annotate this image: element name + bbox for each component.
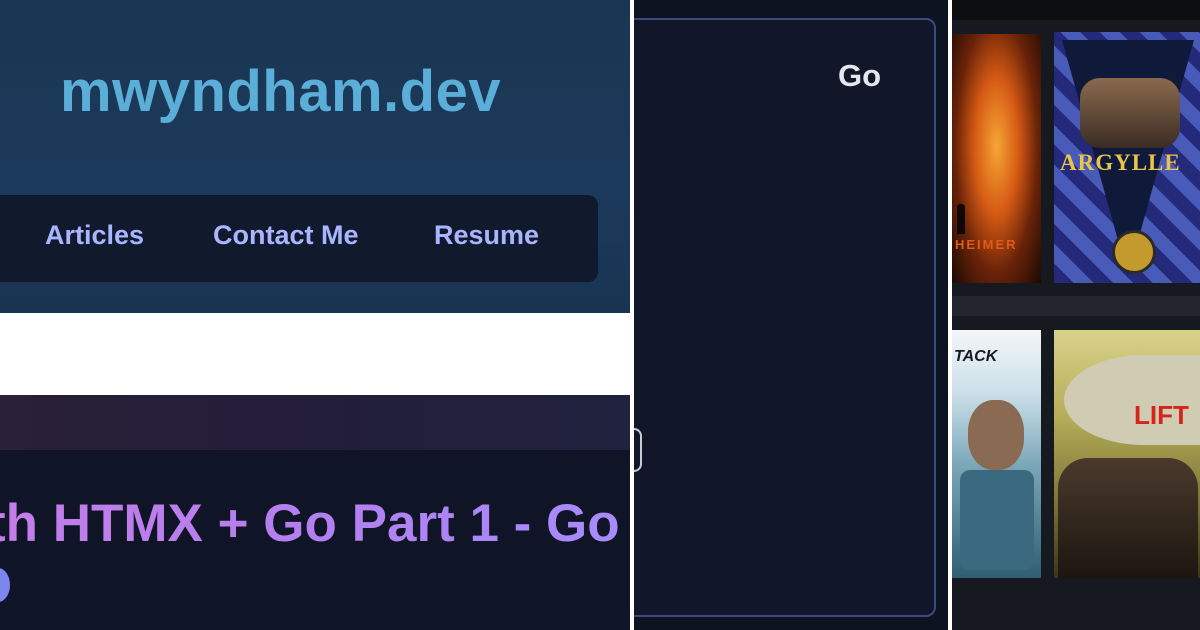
poster-armor-image: [960, 470, 1034, 570]
poster-title: ARGYLLE: [1060, 150, 1181, 175]
poster-cat-badge: [1112, 230, 1156, 274]
poster-title: TACK: [954, 348, 998, 365]
blog-screenshot-panel: mwyndham.dev Articles Contact Me Resume …: [0, 0, 630, 630]
movie-poster-oppenheimer[interactable]: HEIMER: [952, 34, 1041, 283]
code-block-card: Go: [634, 18, 936, 617]
article-card: th HTMX + Go Part 1 - Go: [0, 450, 630, 630]
article-title[interactable]: th HTMX + Go Part 1 - Go: [0, 493, 620, 554]
poster-title: LIFT: [1134, 400, 1189, 430]
movie-poster-argylle[interactable]: ARGYLLE: [1054, 32, 1200, 283]
movie-poster-attack[interactable]: TACK: [952, 330, 1041, 578]
grid-row-separator: [952, 296, 1200, 316]
poster-actor-image: [968, 400, 1024, 470]
nav-link-resume[interactable]: Resume: [434, 220, 539, 251]
poster-title: HEIMER: [955, 237, 1018, 252]
article-header-band: [0, 395, 630, 451]
nav-bar: Articles Contact Me Resume: [0, 195, 598, 282]
site-title-link[interactable]: mwyndham.dev: [60, 58, 501, 125]
nav-link-articles[interactable]: Articles: [45, 220, 144, 251]
language-label: Go: [838, 58, 882, 93]
code-screenshot-panel: Go: [634, 0, 948, 630]
nav-link-contact-me[interactable]: Contact Me: [213, 220, 359, 251]
grid-top-bar: [952, 0, 1200, 20]
poster-cast-image: [1058, 458, 1198, 578]
poster-figure-silhouette: [957, 204, 965, 234]
site-header: mwyndham.dev Articles Contact Me Resume: [0, 0, 630, 313]
article-title-overflow-glyph: [0, 568, 10, 602]
movie-poster-lift[interactable]: LIFT: [1054, 330, 1200, 578]
movie-grid-panel: HEIMER ARGYLLE TACK LIFT: [952, 0, 1200, 630]
section-spacer: [0, 313, 630, 395]
scroll-handle[interactable]: [634, 428, 642, 472]
poster-cast-image: [1080, 78, 1180, 148]
